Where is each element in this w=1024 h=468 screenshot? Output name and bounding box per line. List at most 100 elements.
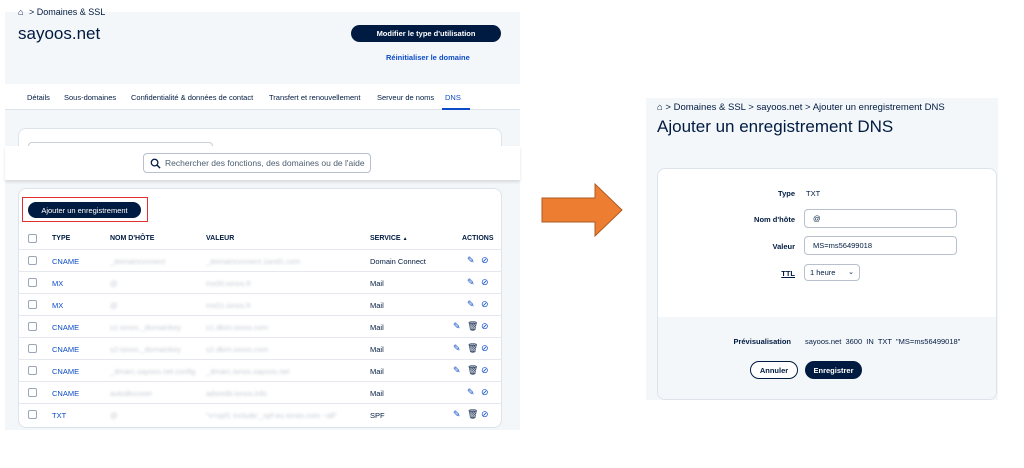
reset-domain-link[interactable]: Réinitialiser le domaine	[386, 53, 470, 62]
record-value: s1.dkim.ionos.com	[206, 323, 269, 332]
record-service: SPF	[370, 411, 385, 420]
record-type[interactable]: CNAME	[52, 323, 79, 332]
row-checkbox[interactable]	[28, 322, 37, 331]
table-row: TXT @ "v=spf1 include:_spf-eu.ionos.com …	[18, 404, 502, 426]
col-service[interactable]: SERVICE ▲	[370, 235, 408, 242]
tab-dns[interactable]: DNS	[445, 93, 461, 102]
table-row: CNAME _domainconnect _domainconnect.1and…	[18, 250, 502, 272]
record-type[interactable]: CNAME	[52, 367, 79, 376]
trash-icon[interactable]: 🗑	[467, 365, 478, 376]
type-label: Type	[778, 189, 795, 198]
search-icon	[150, 158, 161, 169]
home-icon[interactable]: ⌂	[18, 7, 23, 17]
block-icon[interactable]: ⊘	[481, 343, 489, 354]
breadcrumb-separator: >	[748, 102, 754, 113]
record-service: Mail	[370, 323, 384, 332]
value-label: Valeur	[772, 242, 795, 251]
record-host: _domainconnect	[110, 257, 166, 266]
record-service: Mail	[370, 279, 384, 288]
record-host: @	[110, 411, 118, 420]
record-type[interactable]: CNAME	[52, 345, 79, 354]
block-icon[interactable]: ⊘	[481, 409, 489, 420]
record-type[interactable]: MX	[52, 279, 63, 288]
ttl-label[interactable]: TTL	[675, 269, 795, 278]
pencil-icon[interactable]: ✎	[453, 409, 461, 420]
breadcrumb-domains-ssl[interactable]: Domaines & SSL	[37, 7, 106, 17]
block-icon[interactable]: ⊘	[481, 387, 489, 398]
trash-icon[interactable]: 🗑	[467, 409, 478, 420]
tab-nameservers[interactable]: Serveur de noms	[377, 93, 434, 102]
pencil-icon[interactable]: ✎	[467, 255, 475, 266]
pencil-icon[interactable]: ✎	[467, 387, 475, 398]
type-value: TXT	[806, 189, 821, 198]
breadcrumb: ⌂ > Domaines & SSL > sayoos.net > Ajoute…	[657, 102, 945, 113]
host-label: Nom d'hôte	[754, 215, 795, 224]
row-checkbox[interactable]	[28, 300, 37, 309]
trash-icon[interactable]: 🗑	[467, 321, 478, 332]
record-value: mx00.ionos.fr	[206, 279, 252, 288]
tab-transfer-renewal[interactable]: Transfert et renouvellement	[269, 93, 360, 102]
record-type[interactable]: TXT	[52, 411, 66, 420]
tab-privacy-contact[interactable]: Confidentialité & données de contact	[131, 93, 253, 102]
record-host: _dmarc.sayoos.net.config	[110, 367, 196, 376]
pencil-icon[interactable]: ✎	[467, 299, 475, 310]
breadcrumb-separator: >	[805, 102, 811, 113]
table-row: CNAME _dmarc.sayoos.net.config _dmarc.io…	[18, 360, 502, 382]
record-type[interactable]: CNAME	[52, 389, 79, 398]
pencil-icon[interactable]: ✎	[453, 343, 461, 354]
ttl-select[interactable]: 1 heure ⌄	[804, 264, 860, 281]
breadcrumb-current: Ajouter un enregistrement DNS	[812, 102, 945, 113]
pencil-icon[interactable]: ✎	[453, 321, 461, 332]
chevron-down-icon: ⌄	[848, 269, 854, 276]
record-service: Domain Connect	[370, 257, 426, 266]
record-service: Mail	[370, 301, 384, 310]
table-row: MX @ mx00.ionos.fr Mail ✎ ⊘	[18, 272, 502, 294]
record-type[interactable]: CNAME	[52, 257, 79, 266]
row-checkbox[interactable]	[28, 278, 37, 287]
domain-title: sayoos.net	[18, 24, 101, 43]
row-checkbox[interactable]	[28, 366, 37, 375]
record-value: s2.dkim.ionos.com	[206, 345, 269, 354]
col-type[interactable]: TYPE	[52, 235, 70, 242]
row-checkbox[interactable]	[28, 410, 37, 419]
block-icon[interactable]: ⊘	[481, 299, 489, 310]
table-row: MX @ mx01.ionos.fr Mail ✎ ⊘	[18, 294, 502, 316]
block-icon[interactable]: ⊘	[481, 365, 489, 376]
modify-usage-button[interactable]: Modifier le type d'utilisation	[351, 25, 501, 42]
breadcrumb: ⌂ > Domaines & SSL	[18, 7, 105, 17]
tab-details[interactable]: Détails	[27, 93, 50, 102]
table-row: CNAME s2-ionos._domainkey s2.dkim.ionos.…	[18, 338, 502, 360]
record-service: Mail	[370, 367, 384, 376]
record-type[interactable]: MX	[52, 301, 63, 310]
breadcrumb-separator: >	[28, 7, 35, 17]
row-checkbox[interactable]	[28, 256, 37, 265]
block-icon[interactable]: ⊘	[481, 255, 489, 266]
cancel-button[interactable]: Annuler	[750, 361, 798, 379]
breadcrumb-separator: >	[665, 102, 671, 113]
col-value[interactable]: VALEUR	[206, 235, 234, 242]
home-icon[interactable]: ⌂	[657, 102, 663, 113]
breadcrumb-domains-ssl[interactable]: Domaines & SSL	[674, 102, 746, 113]
pencil-icon[interactable]: ✎	[467, 277, 475, 288]
save-button[interactable]: Enregistrer	[805, 361, 862, 379]
breadcrumb-domain[interactable]: sayoos.net	[756, 102, 802, 113]
tab-subdomains[interactable]: Sous-domaines	[64, 93, 116, 102]
record-value: adsredir.ionos.info	[206, 389, 267, 398]
pencil-icon[interactable]: ✎	[453, 365, 461, 376]
value-input[interactable]: MS=ms56499018	[804, 236, 957, 255]
block-icon[interactable]: ⊘	[481, 321, 489, 332]
row-checkbox[interactable]	[28, 344, 37, 353]
record-host: @	[110, 301, 118, 310]
table-row: CNAME s1-ionos._domainkey s1.dkim.ionos.…	[18, 316, 502, 338]
highlight-box	[22, 197, 148, 222]
record-host: @	[110, 279, 118, 288]
host-input[interactable]: @	[804, 209, 957, 228]
trash-icon[interactable]: 🗑	[467, 343, 478, 354]
select-all-checkbox[interactable]	[28, 234, 37, 243]
col-actions: ACTIONS	[462, 235, 494, 242]
row-checkbox[interactable]	[28, 388, 37, 397]
record-value: _dmarc.ionos.sayoos.net	[206, 367, 290, 376]
search-input[interactable]: Rechercher des fonctions, des domaines o…	[143, 153, 371, 173]
block-icon[interactable]: ⊘	[481, 277, 489, 288]
col-host[interactable]: NOM D'HÔTE	[110, 235, 154, 242]
